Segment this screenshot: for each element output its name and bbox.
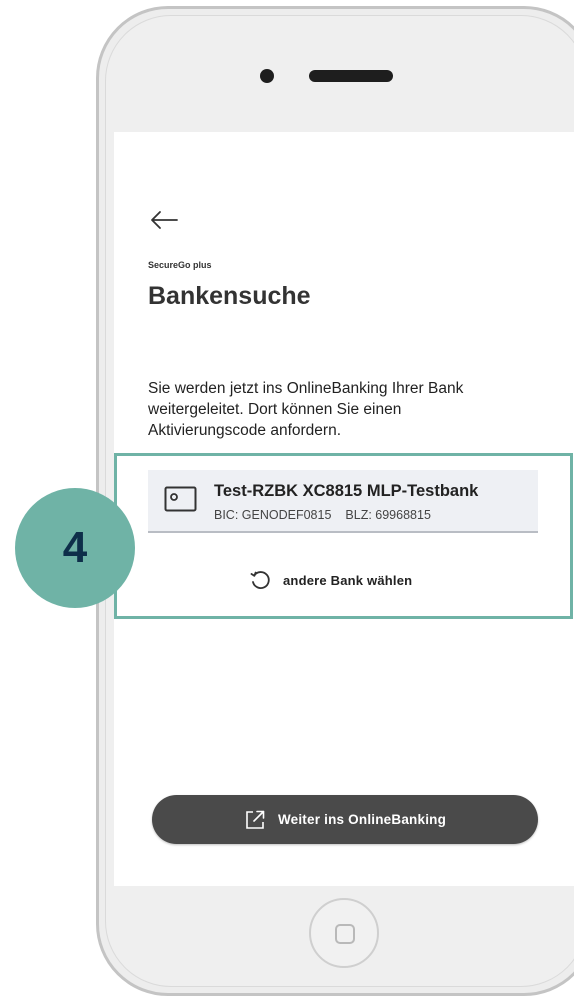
bank-bic: BIC: GENODEF0815 [214,508,332,522]
choose-other-bank-label: andere Bank wählen [283,572,413,588]
bank-codes: BIC: GENODEF0815 BLZ: 69968815 [214,508,431,522]
choose-other-bank-link[interactable]: andere Bank wählen [249,568,412,592]
bank-blz: BLZ: 69968815 [345,508,431,522]
selected-bank-card[interactable]: Test-RZBK XC8815 MLP-Testbank BIC: GENOD… [148,470,538,533]
external-link-icon [246,810,265,829]
bank-name: Test-RZBK XC8815 MLP-Testbank [214,482,479,500]
page-title: Bankensuche [148,282,311,310]
home-button[interactable] [309,898,379,968]
continue-button-label: Weiter ins OnlineBanking [277,812,447,827]
bank-card-icon [164,486,197,512]
refresh-icon [250,571,270,589]
info-text: Sie werden jetzt ins OnlineBanking Ihrer… [148,380,464,439]
app-label: SecureGo plus [148,260,212,270]
step-number: 4 [62,523,88,572]
step-badge: 4 [15,488,135,608]
app-screen: SecureGo plus Bankensuche Sie werden jet… [114,132,574,886]
home-square-icon [335,924,355,944]
speaker-slot [309,70,393,82]
continue-online-banking-button[interactable]: Weiter ins OnlineBanking [152,795,538,844]
arrow-left-icon[interactable] [149,210,179,230]
camera-dot [260,69,274,83]
